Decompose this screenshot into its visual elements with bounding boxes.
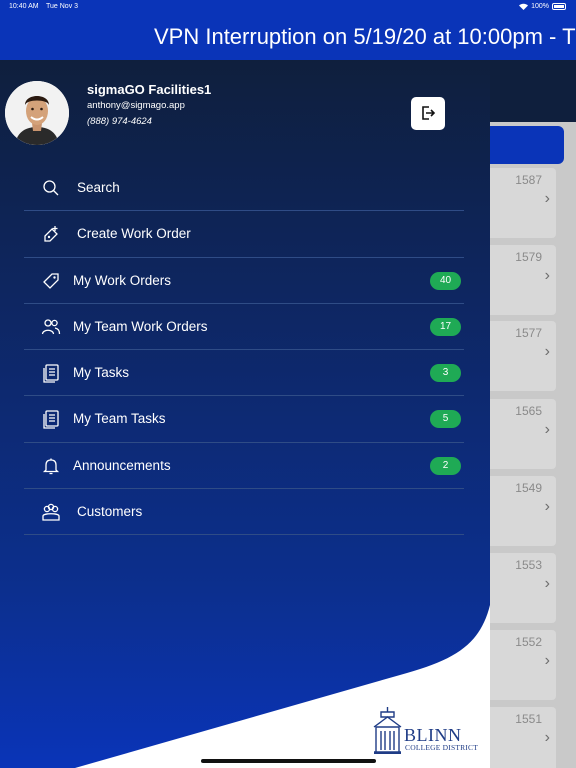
- menu-item-my-team-work-orders[interactable]: My Team Work Orders 17: [24, 304, 464, 351]
- user-name: sigmaGO Facilities1: [87, 82, 212, 97]
- battery-percent: 100%: [531, 3, 549, 10]
- menu-item-my-team-tasks[interactable]: My Team Tasks 5: [24, 396, 464, 443]
- chevron-right-icon: ›: [544, 575, 550, 592]
- chevron-right-icon: ›: [544, 652, 550, 669]
- chevron-right-icon: ›: [544, 190, 550, 207]
- bell-icon: [42, 458, 60, 474]
- work-order-number: 1551: [515, 712, 542, 726]
- menu-item-my-tasks[interactable]: My Tasks 3: [24, 350, 464, 397]
- status-time: 10:40 AM: [9, 3, 39, 10]
- chevron-right-icon: ›: [544, 267, 550, 284]
- menu-item-label: My Tasks: [73, 365, 130, 381]
- work-order-number: 1565: [515, 404, 542, 418]
- menu-item-label: My Work Orders: [73, 272, 172, 288]
- status-right: 100%: [519, 3, 566, 10]
- chevron-right-icon: ›: [544, 343, 550, 360]
- chevron-right-icon: ›: [544, 729, 550, 746]
- menu-item-create-work-order[interactable]: Create Work Order: [24, 211, 464, 258]
- banner-text: VPN Interruption on 5/19/20 at 10:00pm -…: [154, 24, 576, 49]
- menu-item-label: Search: [77, 180, 120, 195]
- menu-item-label: My Team Work Orders: [73, 318, 208, 334]
- home-indicator[interactable]: [201, 759, 376, 763]
- status-bar: 10:40 AM Tue Nov 3 100%: [0, 0, 576, 14]
- menu-item-label: Customers: [77, 504, 143, 520]
- create-work-order-icon: [44, 226, 58, 242]
- work-order-number: 1549: [515, 481, 542, 495]
- menu-item-label: Announcements: [73, 457, 171, 473]
- menu-item-label: Create Work Order: [77, 226, 191, 242]
- count-badge: 40: [430, 271, 461, 290]
- background-action-button[interactable]: [480, 126, 564, 164]
- work-order-number: 1553: [515, 558, 542, 572]
- logo-text-college-district: COLLEGE DISTRICT: [405, 743, 478, 752]
- work-order-number: 1587: [515, 173, 542, 187]
- navigation-drawer: sigmaGO Facilities1 anthony@sigmago.app …: [0, 60, 490, 768]
- chevron-right-icon: ›: [544, 421, 550, 438]
- work-order-number: 1552: [515, 635, 542, 649]
- tasks-icon: [43, 410, 59, 430]
- logout-button[interactable]: [411, 97, 445, 130]
- team-icon: [41, 319, 61, 335]
- tasks-icon: [43, 364, 59, 383]
- menu-item-customers[interactable]: Customers: [24, 489, 464, 536]
- count-badge: 17: [430, 317, 461, 336]
- announcement-banner[interactable]: VPN Interruption on 5/19/20 at 10:00pm -…: [0, 14, 576, 60]
- count-badge: 3: [430, 364, 461, 383]
- wifi-icon: [519, 3, 529, 10]
- avatar[interactable]: [5, 81, 69, 145]
- tag-icon: [43, 272, 59, 289]
- user-photo: [5, 81, 69, 145]
- menu-item-label: My Team Tasks: [73, 411, 166, 427]
- battery-icon: [552, 3, 566, 10]
- work-order-number: 1579: [515, 250, 542, 264]
- search-icon: [43, 180, 59, 196]
- count-badge: 5: [430, 410, 461, 429]
- chevron-right-icon: ›: [544, 498, 550, 515]
- menu-item-announcements[interactable]: Announcements 2: [24, 443, 464, 490]
- count-badge: 2: [430, 456, 461, 475]
- user-phone: (888) 974-4624: [87, 116, 152, 127]
- logout-icon: [422, 106, 436, 120]
- drawer-menu: Search Create Work Order My Work Orders …: [24, 165, 464, 536]
- menu-item-my-work-orders[interactable]: My Work Orders 40: [24, 258, 464, 304]
- status-date: Tue Nov 3: [46, 3, 79, 10]
- work-order-number: 1577: [515, 326, 542, 340]
- customers-icon: [42, 503, 60, 521]
- menu-item-search[interactable]: Search: [24, 165, 464, 212]
- user-email: anthony@sigmago.app: [87, 100, 185, 111]
